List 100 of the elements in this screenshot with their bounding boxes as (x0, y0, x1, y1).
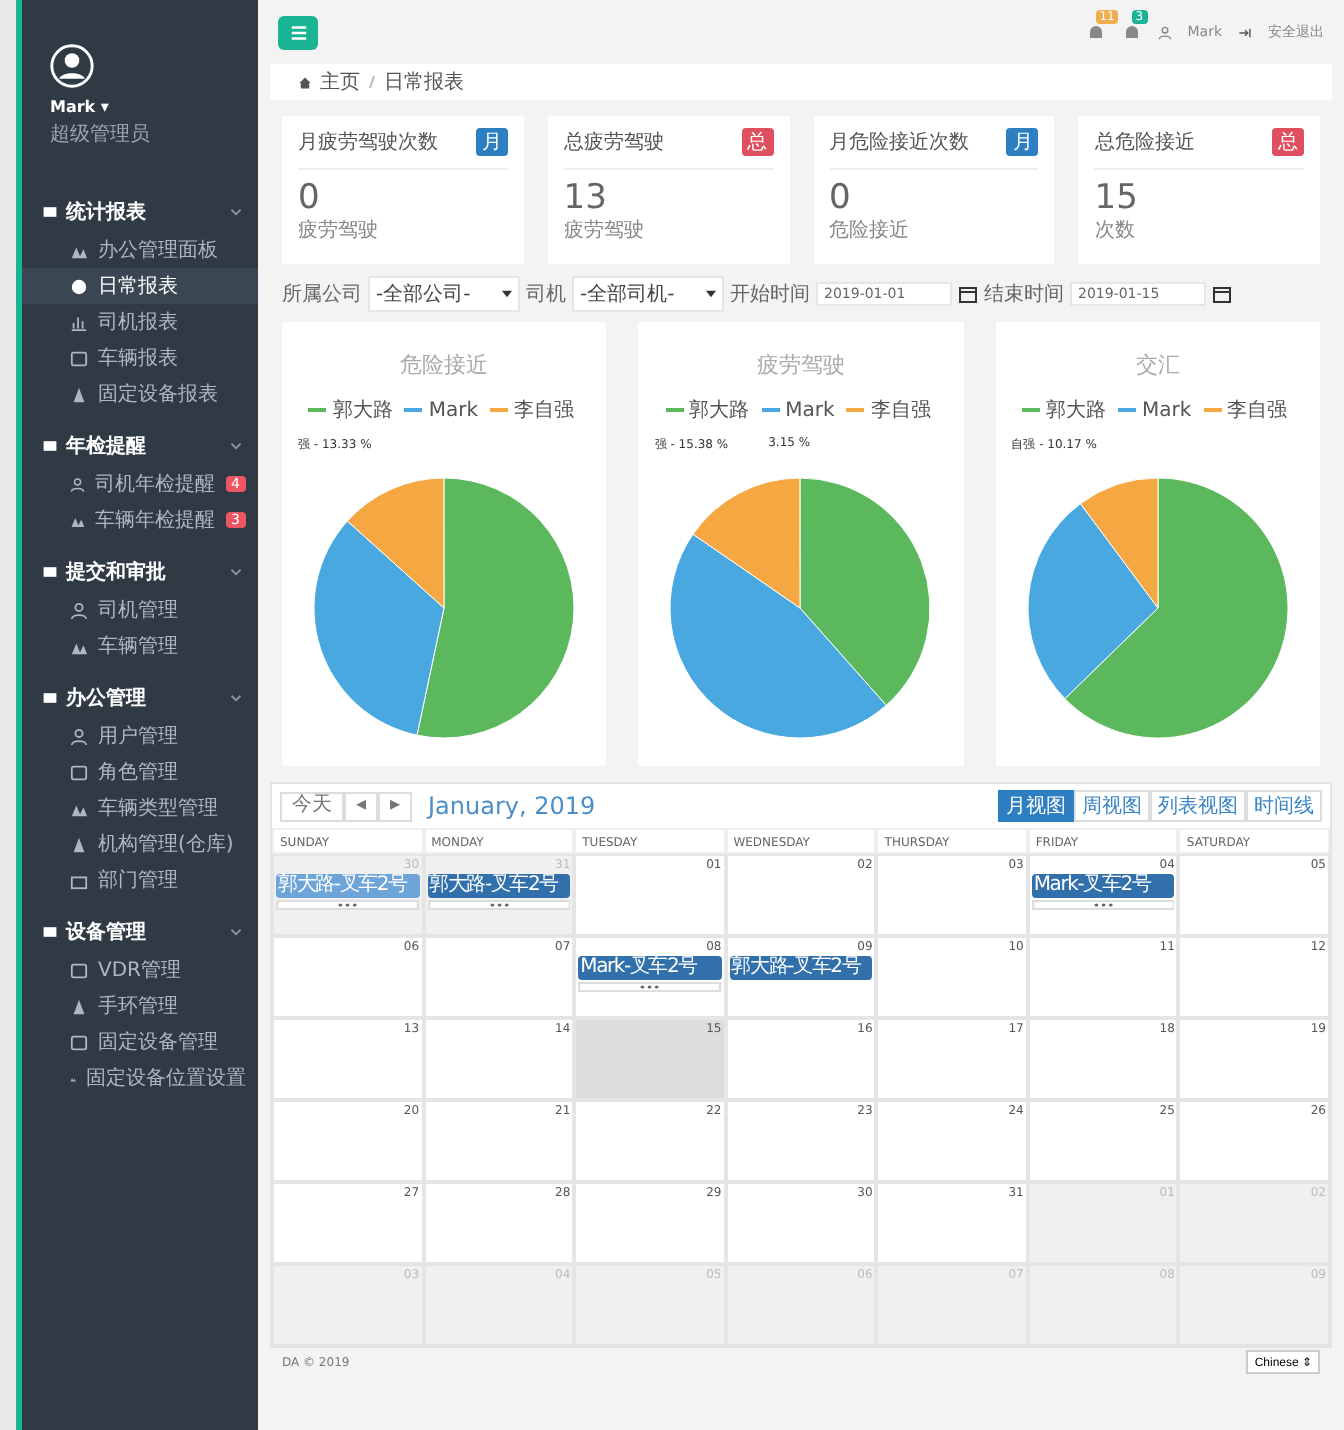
breadcrumb-link[interactable]: 主页 (320, 68, 360, 96)
menu-group[interactable]: 统计报表 (22, 192, 258, 232)
menu-item[interactable]: VDR管理 (22, 952, 258, 988)
stat-caption: 次数 (1094, 218, 1137, 244)
menu-item[interactable]: 角色管理 (22, 754, 258, 790)
stat-value: 0 (829, 182, 853, 216)
filter-label: 开始时间 (730, 281, 810, 308)
view-tab[interactable]: 周视图 (1074, 790, 1150, 822)
stat-value: 15 (1094, 182, 1140, 216)
user-role: 超级管理员 (50, 121, 150, 148)
stat-value: 0 (298, 182, 322, 216)
menu-item[interactable]: 办公管理面板 (22, 232, 258, 268)
user-icon (70, 475, 86, 493)
menu-item[interactable]: 车辆类型管理 (22, 790, 258, 826)
menu-item[interactable]: 部门管理 (22, 862, 258, 898)
view-tab[interactable]: 月视图 (998, 790, 1074, 822)
period-badge: 月 (1006, 128, 1039, 156)
menu-group[interactable]: 设备管理 (22, 912, 258, 952)
menu-button[interactable] (278, 15, 318, 49)
menu-group-label: 设备管理 (66, 919, 148, 946)
stat-caption: 危险接近 (829, 217, 911, 244)
calendar-event[interactable]: Mark-叉车2号 (1031, 874, 1175, 898)
menu-item[interactable]: 机构管理(仓库) (22, 826, 258, 862)
breadcrumb-link[interactable]: 日常报表 (384, 68, 464, 96)
filter-label: 结束时间 (984, 281, 1064, 308)
filter-select[interactable]: -全部司机- (572, 276, 724, 312)
box-icon (70, 349, 88, 367)
calendar-event[interactable]: Mark-叉车2号 (578, 956, 722, 980)
menu-item[interactable]: 司机管理 (22, 592, 258, 628)
legend-label: 李自强 (514, 397, 574, 424)
menu-group-label: 办公管理 (66, 685, 148, 712)
home-icon (298, 75, 312, 89)
caret-icon (706, 290, 716, 298)
legend-label: 李自强 (1227, 397, 1288, 424)
user-icon (70, 727, 88, 745)
menu-item[interactable]: 用户管理 (22, 718, 258, 754)
caret-icon (502, 290, 512, 298)
triangle-icon (70, 997, 88, 1015)
avatar-icon (50, 44, 94, 88)
menu-group-label: 统计报表 (66, 199, 148, 226)
menu-group[interactable]: 年检提醒 (22, 426, 258, 466)
user-icon (1157, 25, 1172, 39)
calendar-event[interactable]: 郭大路-叉车2号 (427, 874, 571, 898)
period-badge: 月 (475, 128, 508, 156)
menu-item[interactable]: 手环管理 (22, 988, 258, 1024)
stat-value: 13 (563, 182, 609, 216)
filter-select[interactable]: -全部公司- (368, 276, 520, 312)
menu-group[interactable]: 提交和审批 (22, 552, 258, 592)
box-icon (70, 1033, 88, 1051)
month-title: January, 2019 (428, 792, 596, 820)
filter-label: 所属公司 (282, 281, 362, 308)
chart-title: 疲劳驾驶 (756, 350, 845, 380)
menu-icon (289, 23, 307, 41)
calendar-event[interactable]: 郭大路-叉车2号 (729, 956, 873, 980)
box-icon (70, 961, 88, 979)
stat-caption: 疲劳驾驶 (298, 217, 380, 244)
menu-item[interactable]: 车辆管理 (22, 628, 258, 664)
legend-label: 郭大路 (1045, 397, 1106, 424)
more-icon[interactable] (427, 900, 571, 910)
menu-item[interactable]: 日常报表 (22, 268, 258, 304)
legend-label: 郭大路 (689, 397, 750, 424)
today-button[interactable]: 今天 (280, 791, 344, 821)
view-tab[interactable]: 时间线 (1246, 790, 1322, 822)
chart-title: 交汇 (1135, 350, 1180, 380)
legend-label: Mark (1141, 399, 1192, 421)
menu-item[interactable]: 司机报表 (22, 304, 258, 340)
logout-icon (1238, 25, 1252, 39)
menu-item[interactable]: 固定设备报表 (22, 376, 258, 412)
next-button[interactable]: ▸ (378, 791, 412, 821)
card-title: 总危险接近 (1094, 129, 1195, 156)
card-title: 月危险接近次数 (829, 129, 969, 156)
chart-title: 危险接近 (400, 350, 489, 380)
more-icon[interactable] (276, 900, 420, 910)
triangle-icon (70, 835, 88, 853)
filter-label: 司机 (526, 281, 566, 308)
period-badge: 总 (1272, 128, 1304, 156)
user-icon (70, 601, 88, 619)
legend-label: Mark (428, 399, 478, 421)
menu-group[interactable]: 办公管理 (22, 678, 258, 718)
menu-group-label: 年检提醒 (66, 433, 148, 460)
menu-item[interactable]: 固定设备位置设置 (22, 1060, 258, 1096)
menu-item[interactable]: 车辆报表 (22, 340, 258, 376)
calendar-icon[interactable] (1212, 284, 1232, 304)
calendar-icon[interactable] (958, 284, 978, 304)
box-icon (70, 763, 88, 781)
menu-group-label: 提交和审批 (66, 558, 168, 586)
prev-button[interactable]: ◂ (344, 791, 378, 821)
more-icon[interactable] (1031, 900, 1175, 910)
legend-label: Mark (785, 399, 835, 421)
more-icon[interactable] (578, 982, 722, 992)
card-title: 月疲劳驾驶次数 (298, 129, 438, 156)
separator-icon (368, 74, 376, 90)
pie-icon (70, 277, 88, 295)
stat-caption: 疲劳驾驶 (563, 217, 646, 244)
legend-label: 郭大路 (332, 397, 393, 424)
view-tab[interactable]: 列表视图 (1150, 790, 1246, 822)
user-name[interactable]: Mark ▾ (50, 98, 109, 116)
triangle-icon (70, 385, 88, 403)
period-badge: 总 (741, 128, 773, 156)
menu-item[interactable]: 固定设备管理 (22, 1024, 258, 1060)
